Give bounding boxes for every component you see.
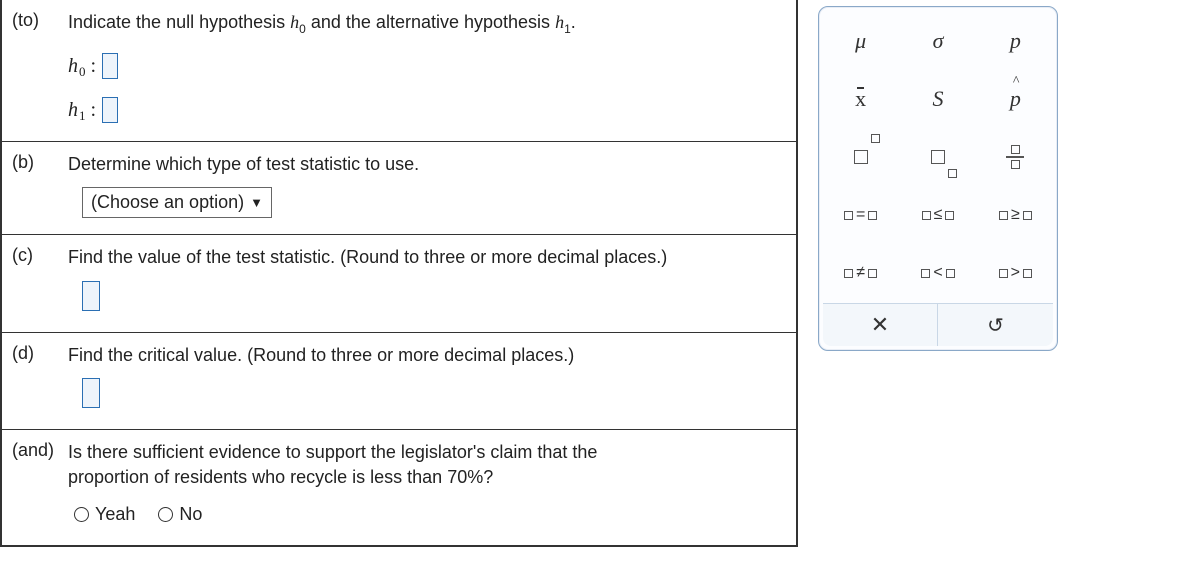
h1-line: h 1 :: [68, 97, 786, 123]
h1-colon: :: [91, 99, 97, 122]
radio-no[interactable]: No: [158, 504, 202, 525]
part-c-row: (c) Find the value of the test statistic…: [2, 235, 796, 332]
part-a-prompt-pre: Indicate the null hypothesis: [68, 12, 285, 32]
palette-p[interactable]: p: [978, 13, 1053, 69]
h0-colon: :: [91, 55, 97, 78]
part-d-row: (d) Find the critical value. (Round to t…: [2, 333, 796, 430]
part-e-pct: 70%: [447, 467, 483, 487]
h0-input[interactable]: [102, 53, 118, 79]
radio-circle-icon: [158, 507, 173, 522]
palette-ge[interactable]: ≥: [978, 187, 1053, 243]
question-panel: (to) Indicate the null hypothesis h0 and…: [0, 0, 798, 547]
palette-clear-button[interactable]: ✕: [823, 304, 938, 346]
h1-input[interactable]: [102, 97, 118, 123]
part-e-row: (and) Is there sufficient evidence to su…: [2, 430, 796, 545]
h1-var: h: [68, 99, 78, 122]
part-c-label: (c): [12, 243, 68, 266]
palette-ne[interactable]: ≠: [823, 245, 898, 301]
part-b-row: (b) Determine which type of test statist…: [2, 142, 796, 235]
h1-sub: 1: [79, 108, 86, 124]
palette-superscript[interactable]: [823, 129, 898, 185]
h0-sub: 0: [79, 64, 86, 80]
palette-equals[interactable]: =: [823, 187, 898, 243]
palette-reset-button[interactable]: ↺: [938, 304, 1053, 346]
part-e-q: ?: [483, 467, 493, 487]
undo-icon: ↺: [987, 313, 1004, 338]
radio-yes[interactable]: Yeah: [74, 504, 135, 525]
palette-phat[interactable]: p: [978, 71, 1053, 127]
part-e-line2: proportion of residents who recycle is l…: [68, 467, 442, 487]
test-statistic-input[interactable]: [82, 281, 100, 311]
part-a-prompt-end: .: [571, 12, 576, 32]
part-a-prompt-mid: and the alternative hypothesis: [311, 12, 550, 32]
palette-fraction[interactable]: [978, 129, 1053, 185]
part-d-prompt: Find the critical value. (Round to three…: [68, 341, 786, 368]
part-c-prompt: Find the value of the test statistic. (R…: [68, 243, 786, 270]
test-statistic-select[interactable]: (Choose an option) ▼: [82, 187, 272, 218]
radio-yes-label: Yeah: [95, 504, 135, 525]
part-a-row: (to) Indicate the null hypothesis h0 and…: [2, 0, 796, 142]
palette-s[interactable]: S: [900, 71, 975, 127]
part-a-prompt: Indicate the null hypothesis h0 and the …: [68, 8, 786, 35]
part-e-label: (and): [12, 438, 68, 461]
chevron-down-icon: ▼: [250, 195, 263, 210]
part-a-label: (to): [12, 8, 68, 31]
close-icon: ✕: [871, 312, 889, 338]
part-e-prompt: Is there sufficient evidence to support …: [68, 438, 786, 490]
part-e-line1: Is there sufficient evidence to support …: [68, 442, 597, 462]
part-b-label: (b): [12, 150, 68, 173]
h0-var: h: [68, 55, 78, 78]
palette-mu[interactable]: μ: [823, 13, 898, 69]
critical-value-input[interactable]: [82, 378, 100, 408]
h0-line: h 0 :: [68, 53, 786, 79]
h0-inline-var: h: [290, 12, 299, 32]
h1-inline-sub: 1: [564, 22, 571, 36]
part-d-label: (d): [12, 341, 68, 364]
h1-inline-var: h: [555, 12, 564, 32]
radio-circle-icon: [74, 507, 89, 522]
palette-xbar[interactable]: x: [823, 71, 898, 127]
palette-le[interactable]: ≤: [900, 187, 975, 243]
select-placeholder: (Choose an option): [91, 192, 244, 213]
symbol-palette: μ σ p x S p = ≤: [818, 6, 1058, 351]
part-b-prompt: Determine which type of test statistic t…: [68, 150, 786, 177]
symbol-palette-panel: μ σ p x S p = ≤: [818, 6, 1058, 547]
palette-gt[interactable]: >: [978, 245, 1053, 301]
palette-sigma[interactable]: σ: [900, 13, 975, 69]
radio-no-label: No: [179, 504, 202, 525]
palette-lt[interactable]: <: [900, 245, 975, 301]
h0-inline-sub: 0: [299, 22, 306, 36]
palette-subscript[interactable]: [900, 129, 975, 185]
